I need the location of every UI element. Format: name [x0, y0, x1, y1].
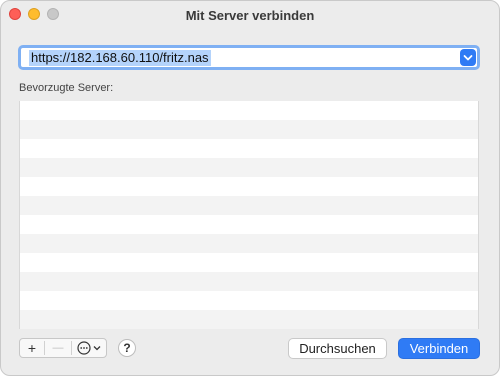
favorite-server-row[interactable]	[20, 120, 478, 139]
server-address-field[interactable]: https://182.168.60.110/fritz.nas	[18, 45, 480, 70]
favorite-servers-list[interactable]	[19, 101, 479, 329]
favorite-server-row[interactable]	[20, 234, 478, 253]
favorite-server-row[interactable]	[20, 158, 478, 177]
favorite-server-row[interactable]	[20, 196, 478, 215]
server-address-text[interactable]: https://182.168.60.110/fritz.nas	[29, 50, 211, 66]
plus-icon: +	[27, 340, 37, 356]
add-favorite-button[interactable]: +	[20, 339, 44, 357]
window-title: Mit Server verbinden	[185, 8, 315, 23]
ellipsis-circle-icon	[77, 341, 91, 355]
help-button[interactable]: ?	[118, 339, 136, 357]
favorite-server-row[interactable]	[20, 310, 478, 329]
browse-button[interactable]: Durchsuchen	[288, 338, 387, 359]
chevron-down-icon	[93, 346, 101, 351]
recent-servers-dropdown-button[interactable]	[460, 49, 476, 66]
favorite-server-row[interactable]	[20, 101, 478, 120]
favorites-toolbar: + —	[19, 338, 107, 358]
favorite-server-row[interactable]	[20, 291, 478, 310]
minus-icon: —	[52, 342, 64, 354]
connect-button[interactable]: Verbinden	[398, 338, 480, 359]
favorite-servers-label: Bevorzugte Server:	[19, 82, 114, 94]
more-actions-menu-button[interactable]	[72, 339, 106, 357]
favorite-server-row[interactable]	[20, 177, 478, 196]
favorite-server-row[interactable]	[20, 215, 478, 234]
favorite-server-row[interactable]	[20, 272, 478, 291]
favorite-server-row[interactable]	[20, 253, 478, 272]
connect-to-server-window: Mit Server verbinden https://182.168.60.…	[0, 0, 500, 376]
title-bar: Mit Server verbinden	[1, 1, 499, 31]
chevron-down-icon	[463, 54, 473, 60]
favorite-server-row[interactable]	[20, 139, 478, 158]
remove-favorite-button[interactable]: —	[45, 339, 71, 357]
